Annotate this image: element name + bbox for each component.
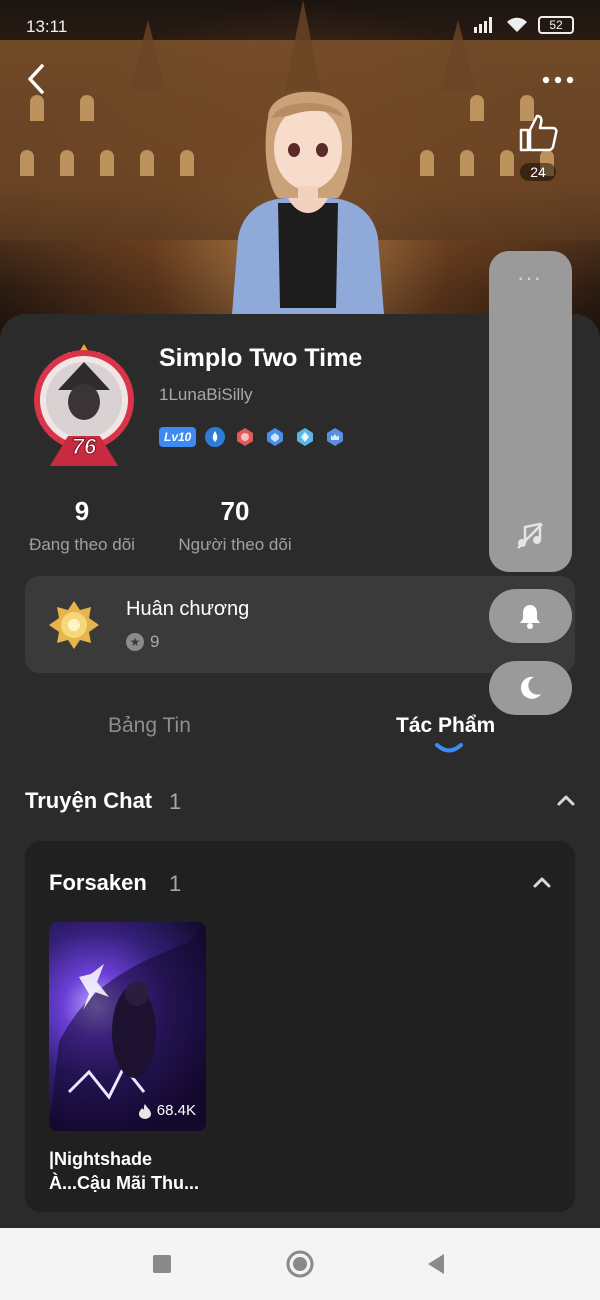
like-count: 24 <box>520 163 556 181</box>
like-button[interactable]: 24 <box>516 112 560 182</box>
profile-name: Simplo Two Time <box>159 344 363 372</box>
user-avatar[interactable]: 76 <box>28 340 140 466</box>
recent-apps-icon[interactable] <box>148 1250 176 1278</box>
thumbs-up-icon <box>519 114 558 152</box>
following-stat[interactable]: 9 Đang theo dõi <box>22 496 142 555</box>
avatar-level: 76 <box>72 434 97 459</box>
section-count: 1 <box>169 789 182 814</box>
moon-icon <box>520 676 541 699</box>
floating-tools-panel: ··· <box>489 251 572 572</box>
more-dots-icon <box>542 76 574 84</box>
profile-character-illustration <box>230 91 386 340</box>
diamond-badge-icon[interactable] <box>294 426 316 448</box>
bell-icon <box>520 605 540 629</box>
medal-icon <box>49 601 99 649</box>
crown-badge-icon[interactable] <box>324 426 346 448</box>
section-title: Truyện Chat <box>25 788 153 813</box>
status-bar: 13:11 52 <box>26 14 574 40</box>
status-time: 13:11 <box>26 17 68 36</box>
followers-stat[interactable]: 70 Người theo dõi <box>170 496 300 555</box>
story-cover-art <box>49 922 206 1131</box>
medals-title: Huân chương <box>126 598 250 620</box>
chevron-up-icon[interactable] <box>554 790 578 810</box>
home-icon[interactable] <box>286 1250 314 1278</box>
group-title: Forsaken <box>49 870 147 895</box>
story-views: 68.4K <box>156 1102 196 1119</box>
wifi-icon <box>507 17 527 32</box>
night-mode-button[interactable] <box>489 661 572 715</box>
story-group: Forsaken 1 68.4K |Nightshade À...Cậu Mãi… <box>25 841 575 1212</box>
chevron-up-icon[interactable] <box>530 872 554 892</box>
signal-icon <box>474 17 492 33</box>
profile-handle: 1LunaBiSilly <box>159 385 253 404</box>
notification-button[interactable] <box>489 589 572 643</box>
followers-label: Người theo dõi <box>178 535 292 554</box>
wing-badge-icon[interactable] <box>234 426 256 448</box>
star-coin-icon: ★ <box>126 633 144 651</box>
music-off-icon[interactable] <box>515 521 545 551</box>
back-triangle-icon[interactable] <box>422 1250 450 1278</box>
shield-badge-icon[interactable] <box>264 426 286 448</box>
level-badge[interactable]: Lv10 <box>159 427 197 447</box>
story-title[interactable]: |Nightshade À...Cậu Mãi Thu... <box>49 1147 219 1195</box>
battery-indicator: 52 <box>538 16 574 34</box>
group-count: 1 <box>169 871 182 896</box>
water-drop-badge-icon[interactable] <box>204 426 226 448</box>
following-label: Đang theo dõi <box>29 535 135 554</box>
tab-feed[interactable]: Bảng Tin <box>108 714 191 738</box>
story-cover[interactable]: 68.4K <box>49 922 206 1131</box>
fire-icon <box>138 1103 151 1119</box>
following-count: 9 <box>74 496 90 526</box>
badge-row: Lv10 <box>159 426 346 448</box>
medals-count: 9 <box>150 632 160 651</box>
followers-count: 70 <box>220 496 250 526</box>
active-tab-indicator <box>435 743 463 753</box>
floating-panel-dots[interactable]: ··· <box>517 265 542 291</box>
tab-works[interactable]: Tác Phẩm <box>396 714 495 738</box>
more-options-button[interactable] <box>542 70 574 84</box>
back-arrow-icon[interactable] <box>22 62 52 96</box>
system-navigation-bar <box>0 1228 600 1300</box>
